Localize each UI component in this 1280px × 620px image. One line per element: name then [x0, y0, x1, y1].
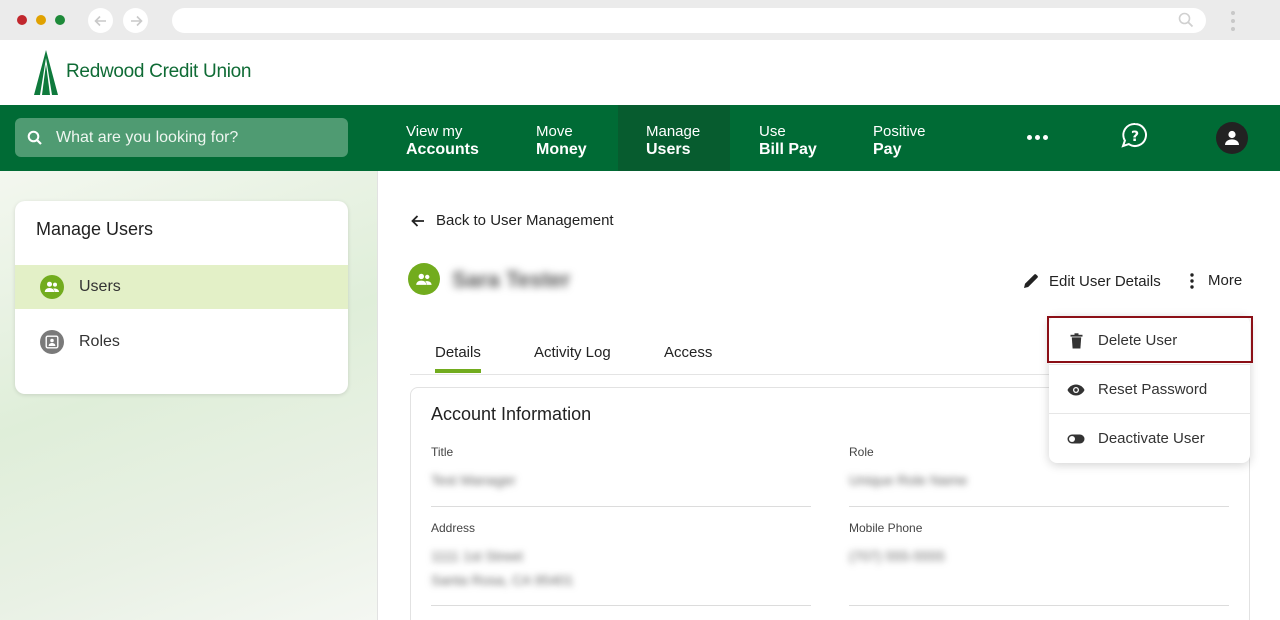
field-label: Mobile Phone: [849, 521, 923, 535]
nav-label-line2: Pay: [873, 141, 902, 158]
menu-item-deactivate-user[interactable]: Deactivate User: [1049, 414, 1250, 463]
nav-label-line1: Manage: [646, 123, 701, 140]
back-to-user-management-link[interactable]: Back to User Management: [410, 212, 614, 229]
browser-chrome: [0, 0, 1280, 40]
search-input[interactable]: [56, 128, 326, 147]
field-value-line1: 1111 1st Street: [431, 548, 523, 564]
tab-activity-log[interactable]: Activity Log: [534, 344, 611, 361]
window-minimize-dot[interactable]: [36, 15, 46, 25]
users-icon: [40, 275, 64, 299]
profile-avatar[interactable]: [1216, 122, 1248, 154]
nav-label-line2: Bill Pay: [759, 141, 817, 158]
sidebar-item-users[interactable]: Users: [15, 265, 348, 309]
window-maximize-dot[interactable]: [55, 15, 65, 25]
nav-label-line2: Accounts: [406, 141, 479, 158]
tab-access[interactable]: Access: [664, 344, 712, 361]
delete-user-highlight: [1047, 316, 1253, 363]
user-avatar: [408, 263, 440, 295]
browser-forward-button[interactable]: [123, 8, 148, 33]
nav-manage-users[interactable]: Manage Users: [618, 105, 730, 171]
search-icon: [27, 130, 42, 145]
nav-bill-pay[interactable]: Use Bill Pay: [759, 105, 849, 171]
nav-label-line1: Positive: [873, 123, 926, 140]
edit-user-details-button[interactable]: Edit User Details: [1022, 272, 1161, 290]
users-icon: [416, 273, 432, 285]
browser-menu-icon[interactable]: [1229, 9, 1237, 33]
more-label: More: [1208, 272, 1243, 289]
title-field: Title Test Manager: [431, 445, 811, 507]
help-chat-icon[interactable]: ?: [1120, 121, 1150, 151]
redwood-tree-icon: [34, 50, 58, 95]
nav-label-line1: Use: [759, 123, 786, 140]
svg-text:?: ?: [1131, 129, 1139, 145]
address-field: Address 1111 1st Street Santa Rosa, CA 9…: [431, 521, 811, 606]
manage-users-card: Manage Users Users Roles: [15, 201, 348, 394]
nav-label-line2: Money: [536, 141, 587, 158]
nav-move-money[interactable]: Move Money: [536, 105, 616, 171]
field-value: Unique Role Name: [849, 472, 968, 488]
sidebar-item-label: Users: [79, 278, 121, 295]
address-bar[interactable]: [172, 8, 1206, 33]
search-box[interactable]: [15, 118, 348, 157]
more-button[interactable]: More: [1190, 272, 1242, 289]
brand-name: Redwood Credit Union: [66, 61, 252, 82]
menu-item-reset-password[interactable]: Reset Password: [1049, 365, 1250, 414]
account-information-title: Account Information: [431, 404, 592, 424]
arrow-right-icon: [130, 15, 143, 26]
field-value: Test Manager: [431, 472, 516, 488]
nav-positive-pay[interactable]: Positive Pay: [873, 105, 963, 171]
nav-label-line1: Move: [536, 123, 573, 140]
roles-icon: [40, 330, 64, 354]
user-name: Sara Tester: [452, 267, 571, 292]
field-value: (707) 555-5555: [849, 548, 945, 564]
nav-more-icon[interactable]: [1027, 135, 1048, 140]
arrow-left-icon: [93, 15, 106, 26]
arrow-left-icon: [411, 214, 424, 227]
main-navigation: View my Accounts Move Money Manage Users…: [0, 105, 1280, 171]
menu-item-label: Reset Password: [1098, 381, 1208, 398]
sidebar-title: Manage Users: [36, 219, 154, 239]
nav-label-line1: View my: [406, 123, 463, 140]
search-icon: [1178, 12, 1194, 28]
kebab-icon: [1190, 272, 1194, 289]
left-panel: Manage Users Users Roles: [0, 171, 378, 620]
browser-back-button[interactable]: [88, 8, 113, 33]
user-icon: [1225, 130, 1239, 145]
tab-details[interactable]: Details: [435, 344, 481, 373]
window-close-dot[interactable]: [17, 15, 27, 25]
eye-icon: [1067, 384, 1085, 396]
pencil-icon: [1024, 274, 1038, 288]
nav-view-accounts[interactable]: View my Accounts: [406, 105, 506, 171]
brand-logo[interactable]: Redwood Credit Union: [32, 50, 251, 96]
edit-user-details-label: Edit User Details: [1049, 272, 1161, 290]
mobile-phone-field: Mobile Phone (707) 555-5555: [849, 521, 1229, 606]
back-link-label: Back to User Management: [436, 212, 614, 229]
toggle-icon: [1067, 434, 1085, 444]
field-label: Address: [431, 521, 476, 535]
nav-label-line2: Users: [646, 141, 691, 158]
sidebar-item-label: Roles: [79, 333, 120, 350]
field-label: Title: [431, 445, 454, 459]
sidebar-item-roles[interactable]: Roles: [15, 320, 348, 364]
menu-item-label: Deactivate User: [1098, 430, 1205, 447]
field-value-line2: Santa Rosa, CA 95401: [431, 572, 574, 588]
